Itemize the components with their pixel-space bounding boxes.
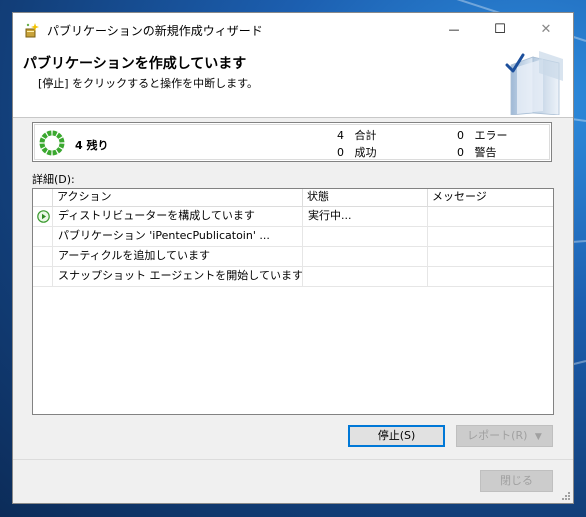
- spinner-segment: [52, 130, 58, 137]
- table-row[interactable]: パブリケーション 'iPentecPublicatoin' ...: [33, 227, 553, 247]
- row-status: 実行中...: [303, 207, 428, 226]
- total-stat: 4 合計: [337, 127, 377, 143]
- spinner-segment: [56, 147, 63, 154]
- total-count: 4: [337, 129, 344, 142]
- warning-count: 0: [457, 146, 464, 159]
- table-row[interactable]: スナップショット エージェントを開始しています: [33, 267, 553, 287]
- spinner-segment: [58, 143, 65, 149]
- row-action: スナップショット エージェントを開始しています: [53, 267, 303, 286]
- success-count: 0: [337, 146, 344, 159]
- minimize-button[interactable]: —: [431, 13, 477, 45]
- row-icon-cell: [33, 207, 53, 226]
- spinner-segment: [56, 132, 63, 139]
- warning-label: 警告: [474, 146, 497, 159]
- report-button-label: レポート(R): [467, 429, 528, 442]
- spinner-segment: [39, 137, 46, 143]
- row-action: ディストリビューターを構成しています: [53, 207, 303, 226]
- table-row[interactable]: ディストリビューターを構成しています 実行中...: [33, 207, 553, 227]
- spinner-segment: [41, 147, 48, 154]
- window-title: パブリケーションの新規作成ウィザード: [47, 24, 263, 38]
- wizard-header: パブリケーションを作成しています [停止] をクリックすると操作を中断します。: [13, 45, 573, 118]
- footer-divider: [13, 459, 573, 460]
- success-stat: 0 成功: [337, 144, 377, 160]
- title-bar[interactable]: パブリケーションの新規作成ウィザード — ☐ ✕: [13, 13, 573, 45]
- row-status: [303, 227, 428, 246]
- column-header-status[interactable]: 状態: [303, 189, 428, 206]
- column-header-icon: [33, 189, 53, 206]
- resize-grip-icon[interactable]: [561, 491, 571, 501]
- spinner-segment: [41, 132, 48, 139]
- progress-summary: 4 残り 4 合計 0 成功 0 エラー 0 警告: [32, 122, 552, 162]
- spinner-segment: [46, 149, 52, 156]
- row-icon-cell: [33, 227, 53, 246]
- close-button[interactable]: 閉じる: [480, 470, 553, 492]
- spinner-segment: [39, 143, 46, 149]
- row-action: アーティクルを追加しています: [53, 247, 303, 266]
- row-message: [428, 267, 553, 286]
- row-message: [428, 207, 553, 226]
- details-label: 詳細(D):: [32, 173, 75, 186]
- total-label: 合計: [354, 129, 377, 142]
- row-icon-cell: [33, 247, 53, 266]
- column-header-action[interactable]: アクション: [53, 189, 303, 206]
- row-message: [428, 227, 553, 246]
- row-message: [428, 247, 553, 266]
- maximize-icon: ☐: [494, 21, 506, 37]
- spinner-segment: [58, 137, 65, 143]
- wizard-icon: [25, 23, 39, 38]
- spinner-segment: [46, 130, 52, 137]
- success-label: 成功: [354, 146, 377, 159]
- table-row[interactable]: アーティクルを追加しています: [33, 247, 553, 267]
- spinner-segment: [52, 149, 58, 156]
- close-window-button[interactable]: ✕: [523, 13, 569, 45]
- row-status: [303, 267, 428, 286]
- row-action: パブリケーション 'iPentecPublicatoin' ...: [53, 227, 303, 246]
- column-header-message[interactable]: メッセージ: [428, 189, 553, 206]
- page-subtitle: [停止] をクリックすると操作を中断します。: [38, 77, 258, 90]
- page-title: パブリケーションを作成しています: [23, 56, 247, 72]
- row-status: [303, 247, 428, 266]
- stop-button[interactable]: 停止(S): [348, 425, 445, 447]
- progress-spinner-icon: [39, 130, 65, 156]
- error-stat: 0 エラー: [457, 127, 508, 143]
- report-button[interactable]: レポート(R) ▼: [456, 425, 553, 447]
- error-count: 0: [457, 129, 464, 142]
- error-label: エラー: [474, 129, 508, 142]
- grid-header: アクション 状態 メッセージ: [33, 189, 553, 207]
- warning-stat: 0 警告: [457, 144, 497, 160]
- maximize-button[interactable]: ☐: [477, 13, 523, 45]
- minimize-icon: —: [448, 22, 460, 36]
- details-grid[interactable]: アクション 状態 メッセージ ディストリビューターを構成しています 実行中...…: [32, 188, 554, 415]
- remaining-count: 4 残り: [75, 139, 109, 152]
- row-icon-cell: [33, 267, 53, 286]
- play-icon: [37, 210, 50, 223]
- close-icon: ✕: [540, 21, 552, 37]
- books-illustration-icon: [505, 51, 563, 115]
- chevron-down-icon: ▼: [534, 432, 542, 442]
- wizard-window: パブリケーションの新規作成ウィザード — ☐ ✕ パブリケーションを作成していま…: [12, 12, 574, 504]
